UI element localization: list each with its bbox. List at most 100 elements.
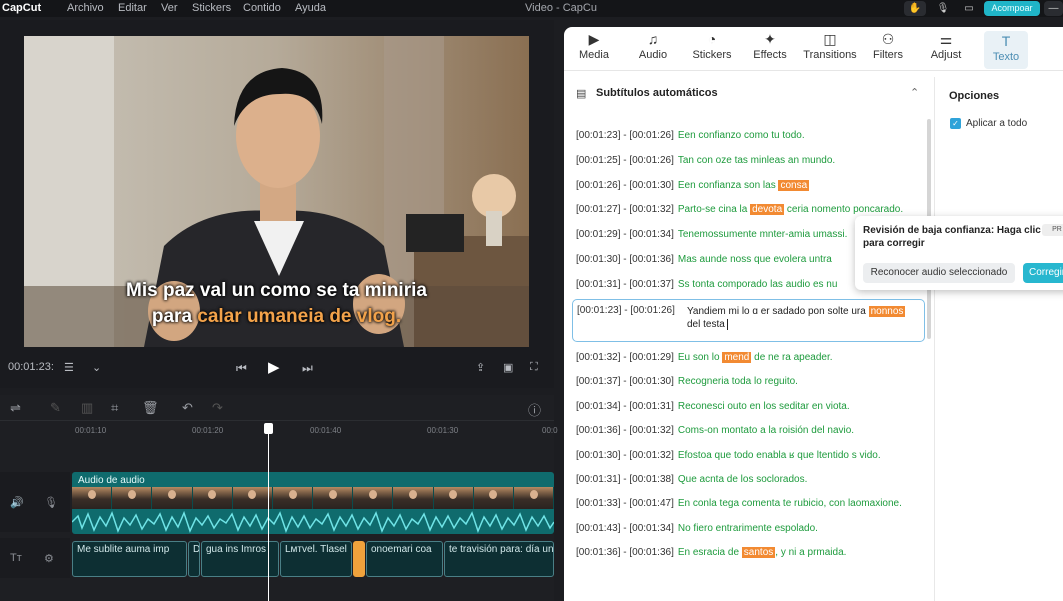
- delete-icon[interactable]: 🗑: [142, 400, 159, 416]
- tab-label: Stickers: [692, 49, 732, 61]
- tab-stickers[interactable]: ◔ Stickers: [690, 31, 734, 61]
- subtitle-row[interactable]: [00:01:36] - [00:01:32] Coms-on montato a…: [576, 425, 854, 436]
- subtitle-row[interactable]: [00:01:36] - [00:01:36] En esracia de san…: [576, 547, 846, 559]
- tab-audio[interactable]: ♫ Audio: [634, 31, 672, 61]
- video-player: Mis paz val un como se ta miniria para c…: [0, 20, 554, 388]
- next-icon[interactable]: ⏭: [302, 361, 313, 376]
- hand-icon[interactable]: ✋: [904, 1, 926, 16]
- redo-icon[interactable]: ↷: [212, 400, 223, 416]
- subtitle-text[interactable]: Reconesci outo en los seditar en viota.: [678, 401, 850, 412]
- subtitle-text[interactable]: Coms-on montato a la roisión del navio.: [678, 425, 854, 436]
- low-confidence-word[interactable]: mend: [722, 352, 752, 363]
- low-confidence-word[interactable]: nonnos: [868, 306, 906, 317]
- subtitle-row[interactable]: [00:01:23] - [00:01:26] Een confianzo com…: [576, 130, 805, 141]
- menu-stickers[interactable]: Stickers: [192, 2, 231, 14]
- text-clip-flagged[interactable]: [353, 541, 365, 577]
- menu-contido[interactable]: Contido: [243, 2, 281, 14]
- export-frame-icon[interactable]: ⇪: [476, 361, 485, 374]
- audio-clip[interactable]: Audio de audio: [72, 472, 554, 534]
- menu-ver[interactable]: Ver: [161, 2, 178, 14]
- video-preview[interactable]: Mis paz val un como se ta miniria para c…: [24, 36, 529, 347]
- text-clip[interactable]: D: [188, 541, 200, 577]
- chevron-down-icon[interactable]: ⌄: [92, 361, 101, 374]
- subtitle-text[interactable]: Tenemossumente mnter-amia umassi.: [678, 229, 848, 240]
- subtitle-row[interactable]: [00:01:31] - [00:01:38] Que acnta de los …: [576, 474, 807, 485]
- undo-icon[interactable]: ↶: [182, 400, 193, 416]
- crop-icon[interactable]: ⌗: [111, 400, 118, 416]
- subtitle-row[interactable]: [00:01:30] - [00:01:36] Mas aunde noss qu…: [576, 254, 832, 265]
- layout-icon[interactable]: ▭: [958, 1, 980, 16]
- tab-adjust[interactable]: ⚌ Adjust: [928, 31, 964, 61]
- subtitle-text[interactable]: En esracia de santos, y ni a prmaida.: [678, 547, 846, 559]
- tab-media[interactable]: ▶ Media: [574, 31, 614, 61]
- subtitle-text[interactable]: Parto-se cina la devota ceria nomento po…: [678, 204, 904, 216]
- subtitle-text[interactable]: Eu son lo mend de ne ra apeader.: [678, 352, 833, 363]
- preview-ratio-icon[interactable]: ▣: [503, 361, 513, 374]
- split-icon[interactable]: ▥: [81, 400, 93, 416]
- subtitle-text[interactable]: Que acnta de los soclorados.: [678, 474, 808, 485]
- subtitle-timestamp: [00:01:33] - [00:01:47]: [576, 498, 674, 510]
- corregir-button[interactable]: Corregir: [1023, 263, 1063, 283]
- info-icon[interactable]: ⓘ: [528, 400, 541, 419]
- time-ruler[interactable]: 00:01:10 00:01:20 00:01:40 00:01:30 00:0: [70, 422, 558, 438]
- tab-effects[interactable]: ✦ Effects: [750, 31, 790, 61]
- subtitle-edit-field[interactable]: Yandiem mi lo ɑ er sadado pon solte ura …: [687, 305, 919, 331]
- pen-icon[interactable]: ✎: [50, 400, 61, 416]
- playhead[interactable]: [268, 425, 269, 601]
- subtitle-row[interactable]: [00:01:31] - [00:01:37] Ss tonta comporad…: [576, 279, 837, 290]
- subtitle-row[interactable]: [00:01:32] - [00:01:29] Eu son lo mend de…: [576, 352, 833, 363]
- microphone-icon[interactable]: 🎙: [932, 1, 954, 16]
- subtitle-text-part: Reconesci outo en los seditar en viota.: [677, 400, 850, 412]
- subtitle-text[interactable]: Een confianzo como tu todo.: [678, 130, 805, 141]
- low-confidence-word[interactable]: consa: [778, 179, 810, 191]
- subtitle-text[interactable]: Efostoa que todo enabla ʁ que ltentido s…: [678, 450, 881, 461]
- text-clip[interactable]: Me sublite auma imp: [72, 541, 187, 577]
- subtitle-row[interactable]: [00:01:33] - [00:01:47] En conla tega com…: [576, 498, 902, 509]
- subtitle-row[interactable]: [00:01:30] - [00:01:32] Efostoa que todo …: [576, 450, 881, 461]
- subtitle-text[interactable]: Tan con oze tas minleas an mundo.: [678, 155, 835, 166]
- list-icon[interactable]: ☰: [64, 361, 74, 374]
- text-clip[interactable]: Lмтvеl. Tlаsеl: [280, 541, 352, 577]
- apply-all-checkbox[interactable]: ✓: [950, 118, 961, 129]
- text-clip[interactable]: te travisión para: día un: [444, 541, 554, 577]
- menu-editar[interactable]: Editar: [118, 2, 147, 14]
- window-control-icon[interactable]: —: [1044, 1, 1063, 16]
- subtitle-row[interactable]: [00:01:34] - [00:01:31] Reconesci outo en…: [576, 401, 850, 412]
- subtitle-text[interactable]: En conla tega comenta te rubicio, con la…: [678, 498, 902, 509]
- low-confidence-word[interactable]: santos: [741, 547, 776, 559]
- subtitle-row[interactable]: [00:01:25] - [00:01:26] Tan con oze tas m…: [576, 155, 835, 166]
- export-button[interactable]: Acompoar: [984, 1, 1040, 16]
- subtitle-edit-row[interactable]: [00:01:23] - [00:01:26] Yandiem mi lo ɑ …: [572, 299, 925, 342]
- subtitle-row[interactable]: [00:01:43] - [00:01:34] No fiero entrarim…: [576, 523, 818, 534]
- subtitle-text-part: ceria nomento poncarado.: [784, 204, 904, 216]
- settings-icon[interactable]: ⇌: [10, 400, 21, 416]
- lock-icon[interactable]: ⚙: [44, 552, 54, 565]
- volume-icon[interactable]: 🔊: [10, 496, 24, 509]
- tab-texto[interactable]: T Texto: [984, 31, 1028, 69]
- subtitle-row[interactable]: [00:01:26] - [00:01:30] Een confianza son…: [576, 179, 810, 191]
- subtitle-row[interactable]: [00:01:27] - [00:01:32] Parto-se cina la …: [576, 204, 904, 216]
- reconocer-audio-button[interactable]: Reconocer audio seleccionado: [863, 263, 1015, 283]
- subtitle-text[interactable]: No fiero entrarimente espolado.: [678, 523, 818, 534]
- text-cursor: [726, 319, 728, 330]
- chevron-up-icon[interactable]: ⌃: [910, 86, 919, 99]
- subtitle-row[interactable]: [00:01:29] - [00:01:34] Tenemossumente mn…: [576, 229, 847, 240]
- tab-transitions[interactable]: ◫ Transitions: [802, 31, 858, 61]
- previous-icon[interactable]: ⏮: [236, 361, 247, 376]
- subtitle-text[interactable]: Een confianza son las consa: [678, 179, 810, 191]
- edit-timestamp: [00:01:23] - [00:01:26]: [577, 305, 675, 316]
- menu-archivo[interactable]: Archivo: [67, 2, 104, 14]
- text-clip[interactable]: onoemari coa: [366, 541, 443, 577]
- subtitle-text[interactable]: Ss tonta comporado las audio es nu: [678, 279, 838, 290]
- menu-ayuda[interactable]: Ayuda: [295, 2, 326, 14]
- subtitle-text[interactable]: Recogneria toda lo reguito.: [678, 376, 798, 387]
- music-icon: ♫: [647, 31, 659, 47]
- timeline-toolbar: ⇌ ✎ ▥ ⌗ 🗑 ↶ ↷ ⓘ: [0, 395, 554, 421]
- subtitle-row[interactable]: [00:01:37] - [00:01:30] Recogneria toda l…: [576, 376, 798, 387]
- tab-filters[interactable]: ⚇ Filters: [870, 31, 906, 61]
- subtitle-text[interactable]: Mas aunde noss que evolera untra: [678, 254, 832, 265]
- fullscreen-icon[interactable]: ⛶: [530, 361, 538, 374]
- play-icon[interactable]: ▶: [268, 358, 280, 376]
- low-confidence-word[interactable]: devota: [750, 204, 785, 216]
- mic-icon[interactable]: 🎙: [44, 496, 58, 509]
